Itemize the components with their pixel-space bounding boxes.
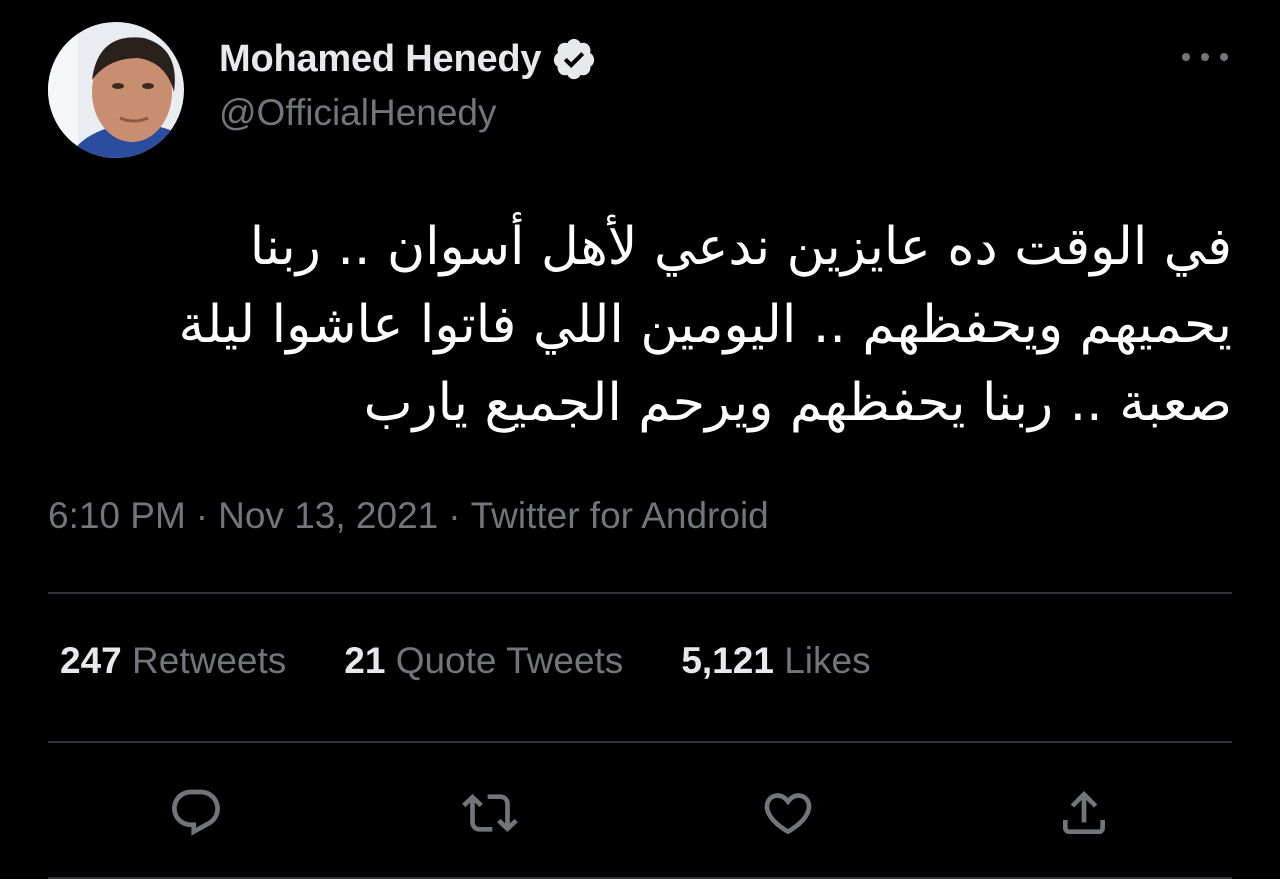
tweet-source[interactable]: Twitter for Android [471, 495, 769, 536]
like-button[interactable] [753, 778, 823, 848]
tweet-date[interactable]: Nov 13, 2021 [218, 495, 438, 536]
author-name[interactable]: Mohamed Henedy [219, 36, 597, 82]
meta-separator: · [448, 495, 461, 536]
author-handle[interactable]: @OfficialHenedy [219, 92, 497, 134]
quote-tweets-label: Quote Tweets [395, 640, 624, 681]
likes-count: 5,121 [681, 640, 774, 681]
retweets-stat[interactable]: 247 Retweets [60, 640, 286, 682]
tweet-meta: 6:10 PM · Nov 13, 2021 · Twitter for Android [48, 495, 769, 537]
quote-tweets-count: 21 [344, 640, 386, 681]
retweets-count: 247 [60, 640, 122, 681]
likes-label: Likes [784, 640, 871, 681]
meta-separator: · [195, 495, 209, 536]
reply-button[interactable] [161, 778, 231, 848]
reply-icon [172, 789, 220, 836]
heart-icon [764, 793, 812, 835]
avatar[interactable] [48, 22, 184, 158]
retweet-icon [462, 794, 518, 832]
action-bar [0, 768, 1280, 858]
avatar-image [48, 22, 184, 158]
tweet-text: في الوقت ده عايزين ندعي لأهل أسوان .. رب… [178, 217, 1232, 433]
more-horizontal-icon-dot [1220, 53, 1228, 61]
retweets-label: Retweets [132, 640, 287, 681]
engagement-stats: 247 Retweets 21 Quote Tweets 5,121 Likes [60, 640, 871, 682]
divider [48, 741, 1232, 743]
quote-tweets-stat[interactable]: 21 Quote Tweets [344, 640, 623, 682]
retweet-button[interactable] [455, 778, 525, 848]
verified-badge-icon [551, 36, 597, 82]
more-horizontal-icon-dot [1201, 53, 1209, 61]
tweet-detail: Mohamed Henedy @OfficialHenedy في الوقت … [0, 0, 1280, 879]
more-horizontal-icon [1182, 53, 1190, 61]
likes-stat[interactable]: 5,121 Likes [681, 640, 870, 682]
tweet-time[interactable]: 6:10 PM [48, 495, 186, 536]
more-options-button[interactable] [1182, 42, 1228, 72]
share-icon [1063, 791, 1105, 834]
display-name-text: Mohamed Henedy [219, 37, 542, 80]
divider [48, 592, 1232, 594]
share-button[interactable] [1049, 778, 1119, 848]
